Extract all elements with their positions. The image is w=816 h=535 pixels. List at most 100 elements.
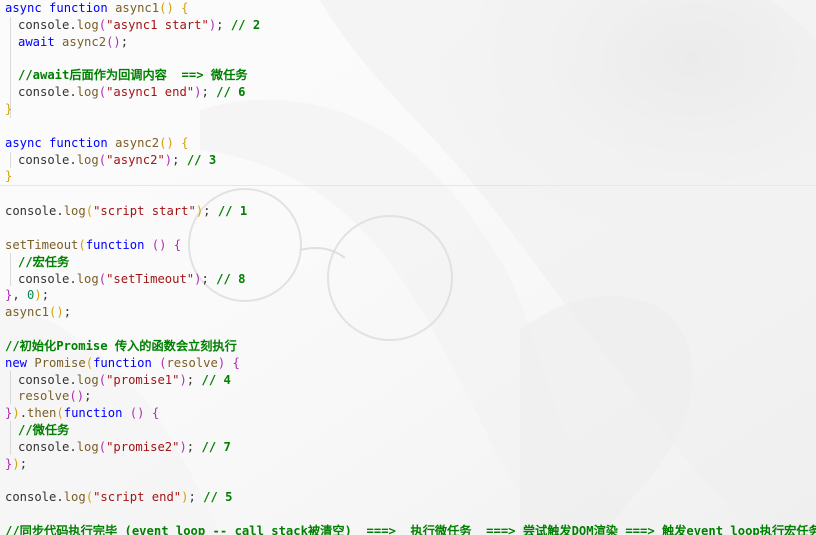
code-line[interactable]: }, 0);	[0, 287, 816, 304]
code-line[interactable]	[0, 321, 816, 338]
code-token: (	[98, 271, 107, 286]
code-line[interactable]: //同步代码执行完毕 (event loop -- call stack被清空)…	[0, 523, 816, 535]
code-token: ;	[172, 152, 187, 167]
code-line[interactable]: console.log("async1 end"); // 6	[0, 84, 816, 101]
code-token: log	[76, 17, 99, 32]
code-token: .	[69, 152, 77, 167]
code-comment: //宏任务	[18, 254, 70, 269]
code-token: log	[76, 152, 99, 167]
code-comment: // 6	[216, 85, 246, 100]
code-token: ()	[151, 237, 167, 252]
code-line[interactable]: //宏任务	[0, 254, 816, 271]
code-token: {	[173, 237, 182, 252]
code-line[interactable]: setTimeout(function () {	[0, 237, 816, 254]
code-token: (	[85, 355, 94, 370]
code-token: "promise2"	[106, 439, 180, 454]
code-line[interactable]	[0, 473, 816, 490]
code-line[interactable]: console.log("async2"); // 3	[0, 152, 816, 169]
code-editor[interactable]: async function async1() {console.log("as…	[0, 0, 816, 535]
code-line[interactable]: });	[0, 456, 816, 473]
code-line[interactable]: }	[0, 101, 816, 118]
code-token: console	[18, 85, 70, 100]
code-line[interactable]: console.log("script start"); // 1	[0, 203, 816, 220]
code-line[interactable]: console.log("promise1"); // 4	[0, 372, 816, 389]
code-token: ()	[106, 34, 121, 49]
code-token: }	[5, 102, 13, 117]
code-token: )	[179, 439, 187, 454]
code-token: )	[179, 372, 187, 387]
code-line[interactable]: async function async2() {	[0, 135, 816, 152]
code-token: {	[181, 135, 189, 150]
code-line[interactable]	[0, 118, 816, 135]
code-token: async1	[5, 305, 50, 320]
code-token: (	[98, 372, 107, 387]
code-line[interactable]: async function async1() {	[0, 0, 816, 17]
code-token: ;	[63, 305, 72, 320]
code-token: console	[18, 152, 70, 167]
code-line[interactable]: console.log("promise2"); // 7	[0, 439, 816, 456]
code-token: await	[18, 34, 55, 49]
code-comment: //初始化Promise 传入的函数会立刻执行	[5, 338, 237, 353]
code-token: setTimeout	[5, 237, 79, 252]
code-comment: // 4	[201, 372, 231, 387]
code-line[interactable]: async1();	[0, 304, 816, 321]
code-token: ()	[129, 406, 145, 421]
code-token: log	[63, 204, 86, 219]
code-line[interactable]	[0, 506, 816, 523]
code-line[interactable]: new Promise(function (resolve) {	[0, 355, 816, 372]
code-line[interactable]: console.log("setTimeout"); // 8	[0, 271, 816, 288]
code-token: async2	[115, 135, 160, 150]
code-token: async	[5, 135, 42, 150]
code-token: (	[98, 85, 107, 100]
code-token: log	[76, 85, 99, 100]
code-token: function	[93, 355, 152, 370]
code-token: log	[76, 439, 99, 454]
code-token: {	[151, 406, 160, 421]
code-token: .	[69, 85, 77, 100]
code-line[interactable]: }	[0, 168, 816, 187]
code-token: ;	[84, 389, 92, 404]
code-token: }	[5, 169, 13, 184]
code-token: (	[56, 406, 64, 421]
code-token: then	[27, 406, 57, 421]
code-line[interactable]: resolve();	[0, 388, 816, 405]
code-line[interactable]	[0, 186, 816, 203]
code-token: .	[69, 439, 77, 454]
code-comment: // 8	[216, 271, 246, 286]
code-token: "promise1"	[106, 372, 180, 387]
code-line[interactable]: await async2();	[0, 34, 816, 51]
code-token: "async1 end"	[106, 85, 195, 100]
code-line[interactable]: //微任务	[0, 422, 816, 439]
code-token: (	[78, 237, 86, 252]
code-token: .	[56, 490, 64, 505]
code-line[interactable]: //await后面作为回调内容 ==> 微任务	[0, 67, 816, 84]
code-token: "script end"	[93, 490, 182, 505]
code-token: "async1 start"	[106, 17, 209, 32]
code-token: (	[98, 152, 107, 167]
code-token: async	[5, 1, 42, 15]
code-line[interactable]: console.log("script end"); // 5	[0, 489, 816, 506]
code-token: "setTimeout"	[106, 271, 195, 286]
code-token: {	[232, 355, 240, 370]
code-token: .	[69, 271, 77, 286]
code-token: ;	[201, 85, 217, 100]
code-line[interactable]: //初始化Promise 传入的函数会立刻执行	[0, 338, 816, 355]
code-token: log	[76, 271, 99, 286]
code-token: ;	[201, 271, 217, 286]
code-token: ;	[19, 456, 28, 471]
code-token: log	[76, 372, 99, 387]
code-line[interactable]	[0, 51, 816, 68]
code-line[interactable]: console.log("async1 start"); // 2	[0, 17, 816, 34]
code-comment: //微任务	[18, 423, 70, 438]
code-token: ()	[49, 305, 64, 320]
code-token: console	[18, 439, 70, 454]
code-token: .	[19, 406, 28, 421]
code-line[interactable]	[0, 220, 816, 237]
code-area[interactable]: async function async1() {console.log("as…	[0, 0, 816, 535]
code-token: (	[85, 204, 94, 219]
code-line[interactable]: }).then(function () {	[0, 405, 816, 422]
